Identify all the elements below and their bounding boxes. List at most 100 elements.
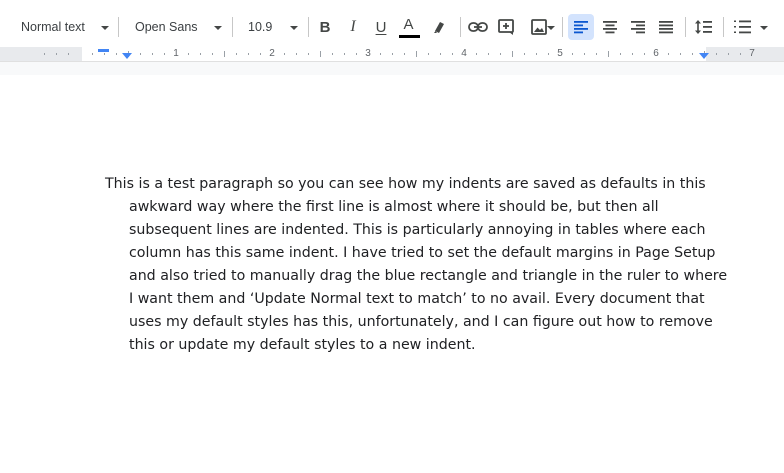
ruler-number: 3 (365, 48, 371, 59)
toolbar-divider (118, 17, 119, 37)
add-comment-button[interactable] (494, 14, 518, 40)
toolbar-divider (723, 17, 724, 37)
ruler-tick (452, 53, 453, 55)
ruler-tick (92, 53, 93, 55)
justify-button[interactable] (653, 14, 679, 40)
line-spacing-icon (695, 20, 712, 34)
ruler-number: 5 (557, 48, 563, 59)
toolbar-divider (232, 17, 233, 37)
italic-button[interactable]: I (341, 14, 365, 40)
ruler-tick (236, 53, 237, 55)
font-family-value: Open Sans (135, 20, 198, 34)
ruler-tick (740, 53, 741, 55)
align-right-button[interactable] (625, 14, 651, 40)
ruler-tick (116, 53, 117, 55)
ruler-tick (188, 53, 189, 55)
numbered-list-button[interactable] (730, 14, 774, 40)
ruler-tick (284, 53, 285, 55)
align-center-icon (603, 21, 617, 34)
text-color-glyph: A (403, 16, 414, 33)
ruler-tick (596, 53, 597, 55)
bold-icon: B (319, 18, 331, 36)
ruler-right-margin (706, 47, 784, 61)
ruler-tick (68, 53, 69, 55)
ruler-tick (224, 51, 225, 57)
ruler-tick (404, 53, 405, 55)
ruler-tick (572, 53, 573, 55)
ruler-tick (416, 51, 417, 57)
ruler-tick (152, 53, 153, 55)
line-spacing-button[interactable] (691, 14, 717, 40)
ruler-tick (200, 53, 201, 55)
ruler-tick (632, 53, 633, 55)
ruler-number: 4 (461, 48, 467, 59)
ruler-tick (608, 51, 609, 57)
ruler-tick (104, 53, 105, 55)
highlight-color-button[interactable] (428, 14, 452, 40)
left-indent-marker[interactable] (122, 53, 132, 59)
ruler-tick (356, 53, 357, 55)
paragraph-line: This is a test paragraph so you can see … (105, 176, 706, 192)
text-color-icon: A (398, 14, 421, 40)
font-size-dropdown[interactable]: 10.9 (240, 14, 302, 40)
ruler-tick (548, 53, 549, 55)
ruler-tick (140, 53, 141, 55)
toolbar-divider (308, 17, 309, 37)
font-family-dropdown[interactable]: Open Sans (126, 14, 226, 40)
justify-icon (659, 21, 673, 34)
chevron-down-icon (101, 26, 109, 30)
ruler-left-margin (0, 47, 82, 61)
ruler-tick (296, 53, 297, 55)
ruler-tick (320, 51, 321, 57)
first-line-indent-marker[interactable] (98, 49, 109, 52)
italic-icon: I (350, 18, 356, 35)
insert-link-button[interactable] (466, 14, 490, 40)
ruler-tick (344, 53, 345, 55)
ruler-tick (584, 53, 585, 55)
ruler-tick (488, 53, 489, 55)
underline-icon: U (375, 18, 387, 36)
ruler-tick (164, 53, 165, 55)
page-gap (0, 61, 784, 75)
ruler-tick (524, 53, 525, 55)
align-center-button[interactable] (597, 14, 623, 40)
text-color-swatch (398, 35, 420, 38)
toolbar-divider (460, 17, 461, 37)
ruler-tick (332, 53, 333, 55)
underline-button[interactable]: U (369, 14, 393, 40)
align-left-button[interactable] (568, 14, 594, 40)
formatting-toolbar: Normal text Open Sans 10.9 B I U A (0, 0, 784, 47)
paragraph-line: uses my default styles has this, unfortu… (129, 314, 713, 330)
ruler-tick (476, 53, 477, 55)
ruler-number: 6 (653, 48, 659, 59)
chevron-down-icon (214, 26, 222, 30)
highlight-icon (434, 22, 444, 33)
ruler-tick (212, 53, 213, 55)
chevron-down-icon (290, 26, 298, 30)
document-page[interactable]: This is a test paragraph so you can see … (0, 75, 784, 473)
align-left-icon (574, 21, 588, 34)
insert-image-button[interactable] (522, 14, 556, 40)
text-color-button[interactable]: A (397, 14, 421, 40)
ruler-tick (44, 53, 45, 55)
ruler-tick (260, 53, 261, 55)
paragraph-line: subsequent lines are indented. This is p… (129, 222, 706, 238)
ruler-tick (428, 53, 429, 55)
paragraph-style-value: Normal text (21, 20, 85, 34)
ruler-number: 7 (749, 48, 755, 59)
bold-button[interactable]: B (313, 14, 337, 40)
image-icon (531, 19, 547, 35)
ruler-tick (728, 53, 729, 55)
ruler-tick (500, 53, 501, 55)
document-paragraph[interactable]: This is a test paragraph so you can see … (105, 173, 727, 357)
ruler-number: 1 (173, 48, 179, 59)
ruler-tick (620, 53, 621, 55)
ruler-tick (644, 53, 645, 55)
link-icon (468, 22, 488, 32)
align-right-icon (631, 21, 645, 34)
ruler-tick (512, 51, 513, 57)
ruler-tick (380, 53, 381, 55)
right-indent-marker[interactable] (699, 53, 709, 59)
paragraph-style-dropdown[interactable]: Normal text (12, 14, 112, 40)
ruler-tick (392, 53, 393, 55)
